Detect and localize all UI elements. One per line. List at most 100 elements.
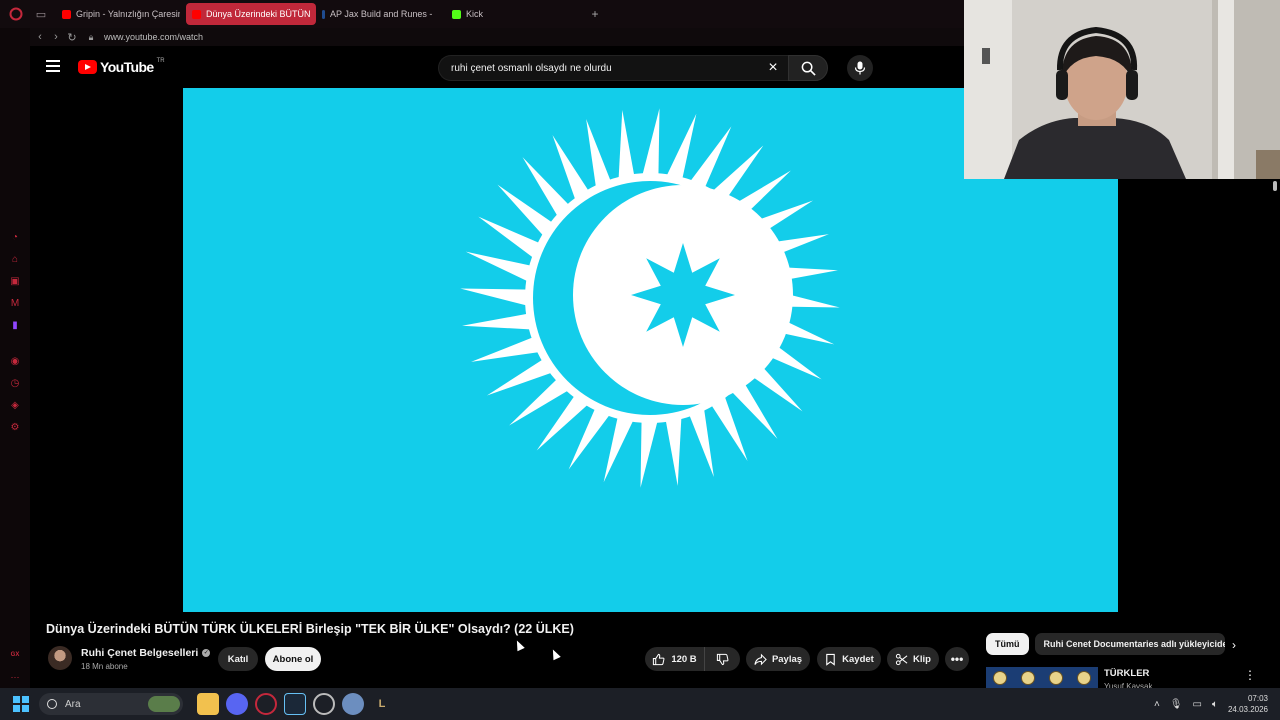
system-tray: ˄ 🎙︎ ▭ 🔈︎ 07:03 24.03.2026 <box>1154 688 1268 720</box>
clock-date: 24.03.2026 <box>1227 705 1268 714</box>
browser-tab-bar: ▭ Gripin - Yalnızlığın Çaresini Dünya Üz… <box>0 0 964 28</box>
chip-from-uploader[interactable]: Ruhi Cenet Documentaries adlı yükleyicid… <box>1034 633 1225 655</box>
opera-gx-icon[interactable] <box>255 693 277 715</box>
chip-all[interactable]: Tümü <box>986 633 1029 655</box>
page-scrollbar-track[interactable] <box>1270 179 1280 688</box>
settings-app-icon[interactable] <box>342 693 364 715</box>
chrome-icon[interactable] <box>313 693 335 715</box>
opera-gx-logo-icon[interactable] <box>0 0 32 28</box>
reload-icon[interactable]: ↻ <box>64 31 80 44</box>
gx-label[interactable]: GX <box>11 652 20 658</box>
workspaces-icon[interactable]: ▭ <box>32 0 50 28</box>
chevron-right-icon[interactable]: › <box>1232 638 1236 652</box>
more-actions-button[interactable]: ••• <box>945 647 969 671</box>
clip-button[interactable]: Klip <box>887 647 939 671</box>
sun-ray <box>586 119 612 191</box>
webcam-person-image <box>964 0 1280 179</box>
subscribe-button[interactable]: Abone ol <box>265 647 321 671</box>
volume-icon[interactable]: 🔈︎ <box>1212 699 1218 710</box>
extensions-icon[interactable]: ◈ <box>8 398 22 412</box>
discord-icon[interactable] <box>226 693 248 715</box>
like-dislike-group: 120 B <box>645 647 740 671</box>
tab-label: Kick <box>466 9 484 19</box>
youtube-logo-text: YouTube <box>100 59 154 75</box>
history-icon[interactable]: ◷ <box>8 376 22 390</box>
tab-label: Gripin - Yalnızlığın Çaresini <box>76 9 180 19</box>
webcam-overlay <box>964 0 1280 179</box>
twitch-icon[interactable]: ▮ <box>8 318 22 332</box>
search-highlight-image <box>148 696 180 712</box>
windows-start-icon[interactable] <box>13 696 29 712</box>
taskbar-search[interactable]: Ara <box>39 693 183 715</box>
microphone-icon <box>854 61 866 75</box>
verified-check-icon: ✓ <box>202 649 211 657</box>
sun-ray <box>465 251 535 283</box>
tab-ap-jax[interactable]: AP Jax Build and Runes - <box>316 3 446 25</box>
search-bar: × <box>438 55 828 81</box>
mouse-cursor-icon <box>513 638 525 652</box>
share-arrow-icon <box>754 653 767 665</box>
messenger-icon[interactable]: M <box>8 296 22 310</box>
recommendation-thumbnail[interactable] <box>986 667 1098 688</box>
taskbar-clock[interactable]: 07:03 24.03.2026 <box>1228 693 1268 715</box>
share-button[interactable]: Paylaş <box>746 647 810 671</box>
save-button[interactable]: Kaydet <box>817 647 881 671</box>
recommendation-title[interactable]: TÜRKLER <box>1104 668 1149 679</box>
mouse-cursor-icon <box>549 647 561 661</box>
steam-icon[interactable] <box>284 693 306 715</box>
search-button[interactable] <box>788 55 828 81</box>
tab-dunya-uzerindeki[interactable]: Dünya Üzerindeki BÜTÜN <box>186 3 316 25</box>
region-code: TR <box>156 58 165 64</box>
player-icon[interactable]: ◉ <box>8 354 22 368</box>
sun-ray <box>665 413 682 486</box>
youtube-play-icon <box>78 60 97 74</box>
forward-arrow-icon[interactable]: › <box>48 31 64 43</box>
recommendation-chips: Tümü Ruhi Cenet Documentaries adlı yükle… <box>986 633 1251 657</box>
scissors-icon <box>895 653 908 665</box>
lock-icon[interactable]: 🔒︎ <box>84 32 98 43</box>
tab-gripin[interactable]: Gripin - Yalnızlığın Çaresini <box>56 3 186 25</box>
recommendation-more-icon[interactable]: ⋮ <box>1244 668 1256 682</box>
like-count: 120 B <box>671 653 697 665</box>
settings-icon[interactable]: ⚙ <box>8 420 22 434</box>
league-client-icon[interactable]: L <box>371 693 393 715</box>
hamburger-menu-icon[interactable] <box>46 60 60 72</box>
channel-name-text: Ruhi Çenet Belgeselleri <box>81 647 199 659</box>
channel-avatar[interactable] <box>48 646 72 670</box>
back-arrow-icon[interactable]: ‹ <box>32 31 48 43</box>
youtube-favicon-icon <box>62 9 71 19</box>
sun-ray <box>618 110 635 183</box>
voice-search-button[interactable] <box>847 55 873 81</box>
sidebar-more-icon[interactable]: ··· <box>11 672 20 682</box>
page-scrollbar-thumb[interactable] <box>1273 181 1277 191</box>
sun-ray <box>688 405 714 477</box>
search-icon <box>47 699 57 709</box>
microphone-tray-icon[interactable]: 🎙︎ <box>1170 699 1183 710</box>
network-icon[interactable]: ▭ <box>1193 699 1202 710</box>
gx-cleaner-icon[interactable]: ⌂ <box>8 252 22 266</box>
file-explorer-icon[interactable] <box>197 693 219 715</box>
clock-time: 07:03 <box>1247 694 1268 703</box>
search-box: × <box>438 55 788 81</box>
youtube-logo[interactable]: YouTube TR <box>78 58 165 75</box>
search-input[interactable] <box>451 62 771 74</box>
clear-search-icon[interactable]: × <box>766 60 780 76</box>
tab-label: AP Jax Build and Runes - <box>330 9 433 19</box>
show-hidden-icons-chevron-icon[interactable]: ˄ <box>1154 699 1160 710</box>
youtube-favicon-icon <box>192 9 201 19</box>
join-button[interactable]: Katıl <box>218 647 258 671</box>
taskbar-search-placeholder: Ara <box>65 698 81 710</box>
discord-icon[interactable]: ▣ <box>8 274 22 288</box>
dislike-button[interactable] <box>705 647 740 671</box>
clip-label: Klip <box>913 653 931 665</box>
kick-favicon-icon <box>452 9 461 19</box>
url-text[interactable]: www.youtube.com/watch <box>104 32 203 42</box>
sun-ray <box>462 313 535 330</box>
tab-kick[interactable]: Kick <box>446 3 576 25</box>
like-button[interactable]: 120 B <box>645 647 705 671</box>
new-tab-button[interactable]: + <box>586 5 604 23</box>
channel-name[interactable]: Ruhi Çenet Belgeselleri ✓ <box>81 647 211 659</box>
address-bar: ‹ › ↻ 🔒︎ www.youtube.com/watch <box>0 28 964 46</box>
windows-taskbar: Ara L ˄ 🎙︎ ▭ 🔈︎ 07:03 24.03.2026 <box>0 688 1280 720</box>
gx-control-icon[interactable]: ◔ <box>8 230 22 244</box>
